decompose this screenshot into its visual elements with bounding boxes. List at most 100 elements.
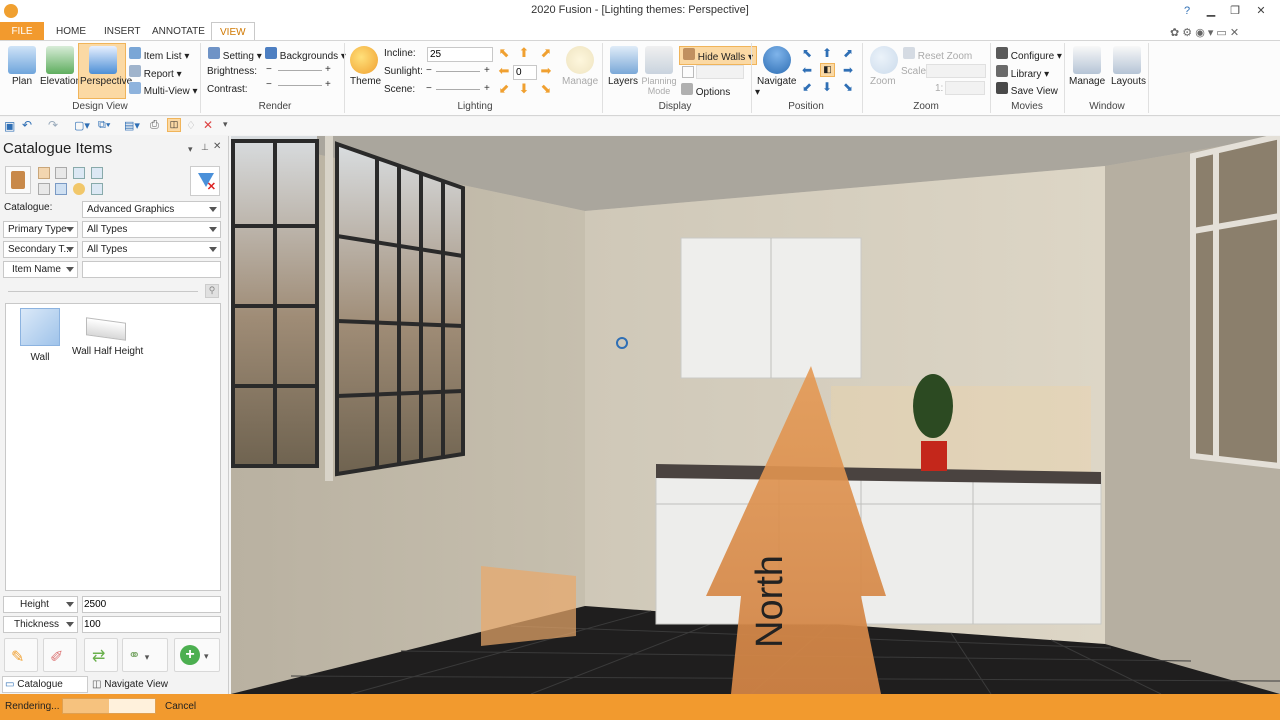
- category-icon-5[interactable]: [38, 183, 50, 195]
- sunlight-minus[interactable]: −: [426, 65, 432, 76]
- copy-icon[interactable]: ⧉▾: [98, 119, 110, 132]
- scene-minus[interactable]: −: [426, 83, 432, 94]
- plan-button[interactable]: Plan: [8, 46, 36, 87]
- edit-button[interactable]: ✐: [43, 638, 77, 672]
- scene-slider[interactable]: [436, 89, 480, 90]
- new-view-icon[interactable]: ▢▾: [74, 119, 90, 132]
- sunlight-slider[interactable]: [436, 71, 480, 72]
- brightness-plus[interactable]: +: [325, 64, 331, 75]
- theme-button[interactable]: Theme: [350, 46, 381, 87]
- catalogue-category-button[interactable]: [5, 166, 31, 194]
- orange-arrow-down-icon[interactable]: ⬇: [517, 82, 531, 96]
- category-icon-1[interactable]: [38, 167, 50, 179]
- minimize-button[interactable]: ▁: [1200, 1, 1222, 21]
- pan-up-right-icon[interactable]: ⬈: [841, 47, 855, 59]
- item-list-button[interactable]: Item List ▾: [129, 47, 189, 62]
- setting-button[interactable]: Setting ▾: [208, 47, 262, 62]
- tab-file[interactable]: FILE: [0, 22, 44, 41]
- height-field[interactable]: [82, 596, 221, 613]
- category-icon-2[interactable]: [55, 167, 67, 179]
- pan-down-right-icon[interactable]: ⬊: [841, 81, 855, 93]
- scale-dropdown[interactable]: [926, 64, 986, 78]
- item-name-select[interactable]: Item Name: [3, 261, 78, 278]
- library-button[interactable]: Library ▾: [996, 65, 1049, 80]
- height-select[interactable]: Height: [3, 596, 78, 613]
- tab-view[interactable]: VIEW: [211, 22, 255, 41]
- print-icon[interactable]: ⎙: [150, 119, 159, 132]
- primary-type-value-select[interactable]: All Types: [82, 221, 221, 238]
- orange-arrow-up-icon[interactable]: ⬆: [517, 46, 531, 60]
- incline-field[interactable]: [427, 47, 493, 62]
- panel-close-icon[interactable]: ✕: [213, 141, 221, 152]
- clear-filter-button[interactable]: ✕: [190, 166, 220, 196]
- orange-arrow-up-left-icon[interactable]: ⬉: [497, 46, 511, 60]
- window-manage-button[interactable]: Manage: [1069, 46, 1105, 87]
- sunlight-plus[interactable]: +: [484, 65, 490, 76]
- tab-navigate-view[interactable]: ◫ Navigate View: [92, 677, 168, 692]
- pin-icon[interactable]: ⊥: [201, 142, 209, 153]
- orange-arrow-down-left-icon[interactable]: ⬋: [497, 82, 511, 96]
- attach-button[interactable]: ⚭ ▾: [122, 638, 168, 672]
- contrast-minus[interactable]: −: [266, 79, 272, 90]
- catalogue-select[interactable]: Advanced Graphics: [82, 201, 221, 218]
- brightness-slider[interactable]: [278, 70, 322, 71]
- configure-button[interactable]: Configure ▾: [996, 47, 1062, 62]
- category-icon-4[interactable]: [91, 167, 103, 179]
- scale-ratio-field[interactable]: [945, 81, 985, 95]
- thickness-select[interactable]: Thickness: [3, 616, 78, 633]
- save-view-button[interactable]: Save View: [996, 82, 1058, 97]
- sunlight-field[interactable]: [513, 65, 537, 80]
- replace-button[interactable]: ⇄: [84, 638, 118, 672]
- list-item[interactable]: Wall: [10, 306, 70, 363]
- orange-arrow-left-icon[interactable]: ⬅: [497, 64, 511, 78]
- image-icon[interactable]: ▤▾: [124, 119, 140, 132]
- orange-arrow-right-icon[interactable]: ➡: [539, 64, 553, 78]
- zoom-button[interactable]: Zoom: [870, 46, 898, 87]
- slider-lock-icon[interactable]: ⚲: [205, 284, 219, 298]
- center-view-icon[interactable]: ◧: [820, 63, 835, 77]
- pan-up-icon[interactable]: ⬆: [820, 47, 834, 59]
- orange-arrow-up-right-icon[interactable]: ⬈: [539, 46, 553, 60]
- walls-toggle-icon[interactable]: ◫: [167, 118, 181, 132]
- category-icon-8[interactable]: [91, 183, 103, 195]
- cancel-button[interactable]: Cancel: [165, 701, 196, 712]
- navigate-button[interactable]: Navigate: [757, 46, 796, 87]
- list-item[interactable]: Wall Half Height: [72, 306, 143, 362]
- grid-icon[interactable]: [682, 66, 694, 78]
- undo-icon[interactable]: ↶: [22, 118, 32, 132]
- pan-right-icon[interactable]: ➡: [841, 64, 855, 76]
- contrast-slider[interactable]: [278, 85, 322, 86]
- layouts-button[interactable]: Layouts: [1111, 46, 1146, 87]
- tab-insert[interactable]: INSERT: [96, 22, 149, 41]
- add-item-button[interactable]: + ▾: [174, 638, 220, 672]
- backgrounds-button[interactable]: Backgrounds ▾: [265, 47, 346, 62]
- item-name-input[interactable]: [82, 261, 221, 278]
- elevation-button[interactable]: Elevation: [40, 46, 81, 87]
- help-icon[interactable]: ?: [1176, 1, 1198, 21]
- layers-button[interactable]: Layers: [608, 46, 638, 87]
- tab-home[interactable]: HOME: [48, 22, 94, 41]
- restore-button[interactable]: ❐: [1224, 1, 1246, 21]
- multi-view-button[interactable]: Multi-View ▾: [129, 82, 198, 97]
- reset-zoom-button[interactable]: Reset Zoom: [903, 47, 972, 62]
- primary-type-select[interactable]: Primary Type: [3, 221, 78, 238]
- delete-icon[interactable]: ✕: [203, 118, 213, 132]
- brightness-minus[interactable]: −: [266, 64, 272, 75]
- tab-catalogue-items[interactable]: ▭ Catalogue Items: [2, 676, 88, 705]
- category-icon-6[interactable]: [55, 183, 67, 195]
- category-icon-3[interactable]: [73, 167, 85, 179]
- panel-dropdown-icon[interactable]: ▾: [188, 144, 193, 155]
- pan-up-left-icon[interactable]: ⬉: [800, 47, 814, 59]
- secondary-type-select[interactable]: Secondary T...: [3, 241, 78, 258]
- pan-down-left-icon[interactable]: ⬋: [800, 81, 814, 93]
- scene-plus[interactable]: +: [484, 83, 490, 94]
- perspective-viewport[interactable]: North: [231, 136, 1280, 694]
- report-button[interactable]: Report ▾: [129, 65, 182, 80]
- redo-icon[interactable]: ↷: [48, 118, 58, 132]
- secondary-type-value-select[interactable]: All Types: [82, 241, 221, 258]
- perspective-button[interactable]: Perspective: [78, 43, 132, 99]
- draw-button[interactable]: ✎: [4, 638, 38, 672]
- contrast-plus[interactable]: +: [325, 79, 331, 90]
- hide-walls-button[interactable]: Hide Walls ▾: [679, 46, 758, 65]
- size-slider[interactable]: [8, 291, 198, 292]
